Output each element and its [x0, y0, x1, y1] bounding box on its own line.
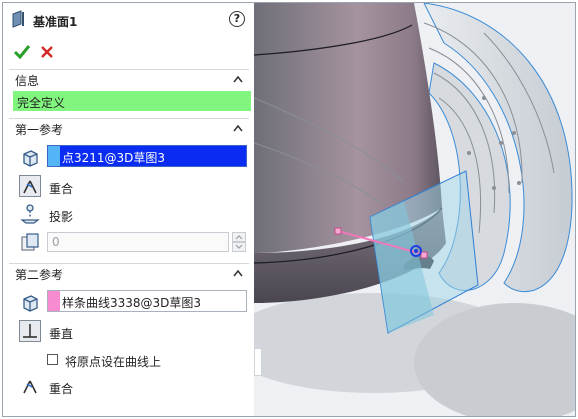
perpendicular-mode-button[interactable] [19, 320, 41, 342]
second-reference-header[interactable]: 第二参考 [9, 263, 249, 284]
chevron-up-icon[interactable] [233, 124, 243, 132]
first-reference-selection[interactable]: 点3211@3D草图3 [47, 145, 247, 167]
coincident-label-2: 重合 [49, 382, 74, 396]
plane-feature-icon [12, 10, 24, 28]
first-reference-header[interactable]: 第一参考 [9, 118, 249, 139]
origin-on-curve-label: 将原点设在曲线上 [65, 355, 162, 369]
second-reference-title: 第二参考 [15, 268, 64, 282]
reference-entity-icon [23, 150, 38, 167]
first-reference-value: 点3211@3D草图3 [62, 151, 166, 165]
graphics-viewport[interactable] [254, 3, 575, 416]
feature-title: 基准面1 [33, 15, 78, 29]
chevron-up-icon[interactable] [233, 269, 243, 277]
ok-button[interactable] [13, 43, 31, 61]
coincident-icon [23, 180, 37, 194]
info-section-header[interactable]: 信息 [9, 69, 249, 90]
model-render [254, 3, 575, 416]
second-reference-selection[interactable]: 样条曲线3338@3D草图3 [47, 290, 247, 312]
perpendicular-icon [23, 324, 37, 338]
first-reference-swatch [48, 146, 60, 166]
spin-arrows-icon[interactable] [232, 232, 246, 252]
project-label: 投影 [49, 210, 74, 224]
coincident-mode-button-2[interactable] [19, 375, 41, 397]
solidworks-window: 基准面1 ? 信息 完全定义 第一参考 点3211@3D草图3 重合 投影 0 … [2, 2, 576, 417]
help-icon[interactable]: ? [229, 11, 245, 27]
chevron-up-icon[interactable] [233, 75, 243, 83]
offset-value-input[interactable]: 0 [47, 232, 229, 252]
property-manager-panel: 基准面1 ? 信息 完全定义 第一参考 点3211@3D草图3 重合 投影 0 … [3, 3, 255, 416]
property-manager-header: 基准面1 ? [3, 3, 254, 37]
panel-resize-handle[interactable] [254, 348, 262, 376]
offset-value-text: 0 [52, 235, 60, 249]
offset-angle-icon [21, 233, 39, 251]
cancel-button[interactable] [39, 44, 55, 60]
status-message: 完全定义 [13, 91, 251, 111]
project-mode-button[interactable] [19, 203, 41, 225]
status-text: 完全定义 [17, 96, 66, 110]
first-reference-title: 第一参考 [15, 123, 64, 137]
second-reference-swatch [48, 291, 60, 311]
reference-entity-icon [23, 295, 38, 312]
second-reference-value: 样条曲线3338@3D草图3 [62, 296, 202, 310]
origin-on-curve-checkbox[interactable] [47, 354, 58, 365]
coincident-mode-button[interactable] [19, 175, 41, 197]
coincident-label: 重合 [49, 182, 74, 196]
perpendicular-label: 垂直 [49, 327, 74, 341]
info-section-title: 信息 [15, 74, 40, 88]
